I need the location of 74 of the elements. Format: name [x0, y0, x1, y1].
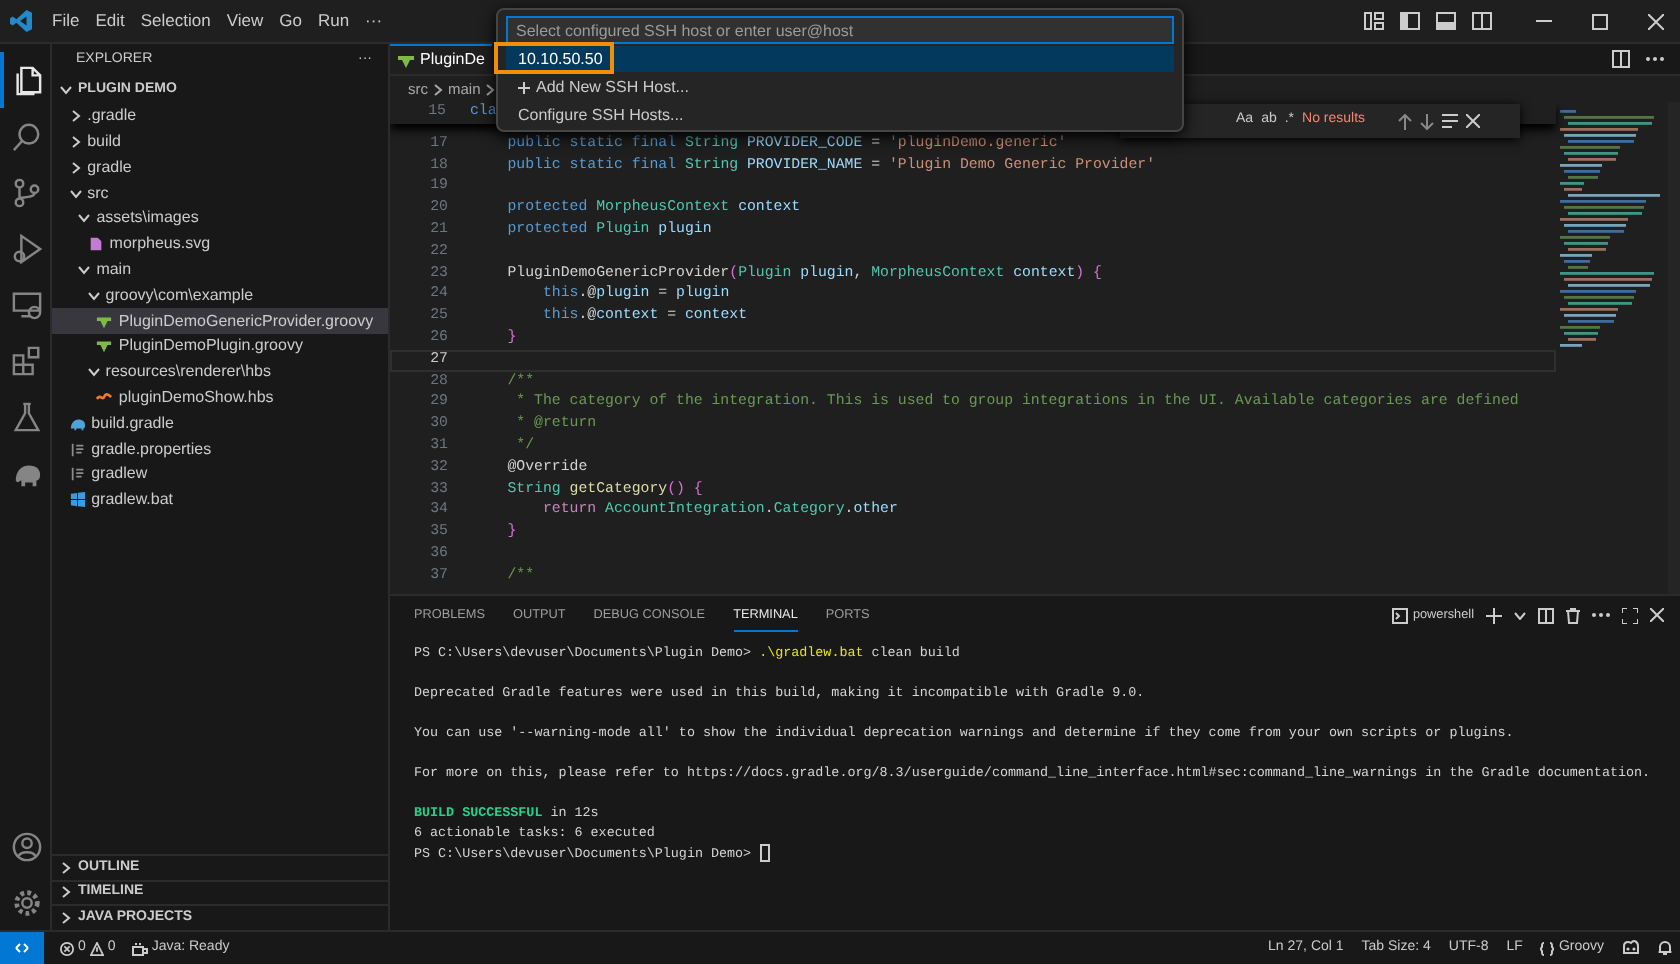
editor-tab[interactable]: PluginDe — [390, 44, 493, 74]
menu-item[interactable]: Edit — [87, 6, 133, 36]
tree-item[interactable]: gradle.properties — [52, 436, 388, 462]
branch-icon[interactable] — [12, 177, 42, 207]
close-icon[interactable] — [1465, 114, 1480, 128]
menu-item[interactable]: View — [218, 6, 272, 36]
more-icon[interactable] — [1592, 612, 1610, 619]
text-file-icon — [69, 441, 86, 458]
menu-item[interactable]: ··· — [357, 6, 391, 36]
lines-icon[interactable] — [1441, 114, 1458, 128]
quick-pick-item[interactable]: Add New SSH Host... — [506, 74, 1174, 100]
account-icon[interactable] — [12, 831, 42, 861]
arrow-up-icon[interactable] — [1397, 113, 1412, 129]
flask-icon[interactable] — [12, 401, 42, 431]
elephant-icon — [69, 415, 86, 432]
settings-icon[interactable] — [12, 887, 42, 917]
tree-item[interactable]: gradle — [52, 154, 388, 181]
extensions-icon[interactable] — [12, 345, 42, 375]
svg-file-icon — [87, 236, 104, 253]
menu-item[interactable]: Go — [271, 6, 310, 36]
vscode-logo-icon — [10, 10, 32, 32]
files-icon[interactable] — [12, 65, 42, 95]
split-terminal-icon[interactable] — [1538, 607, 1554, 624]
tree-item[interactable]: resources\renderer\hbs — [52, 359, 388, 386]
arrow-down-icon[interactable] — [1419, 113, 1434, 129]
layout-icon[interactable] — [1364, 12, 1384, 30]
chevron-right-icon — [432, 83, 444, 95]
plus-icon[interactable] — [1486, 607, 1502, 624]
tree-item[interactable]: PluginDemoPlugin.groovy — [52, 333, 388, 360]
warning-icon — [89, 941, 104, 955]
tree-item[interactable]: main — [52, 257, 388, 283]
chevron-down-icon[interactable] — [1514, 611, 1526, 620]
tree-item[interactable]: build — [52, 129, 388, 155]
tree-item[interactable]: gradlew — [52, 461, 388, 488]
highlight-frame — [494, 42, 614, 74]
menu-item[interactable]: File — [44, 6, 88, 36]
monitor-icon[interactable] — [12, 289, 42, 319]
sidebar-toggle-icon[interactable] — [1400, 12, 1420, 30]
braces-icon — [1540, 941, 1555, 955]
input-field[interactable]: Select configured SSH host or enter user@host — [506, 16, 1174, 44]
plus-icon — [518, 81, 530, 93]
tree-item[interactable]: groovy\com\example — [52, 282, 388, 309]
tree-item[interactable]: .gradle — [52, 103, 388, 130]
chevron-right-icon — [484, 83, 497, 95]
split-layout-icon[interactable] — [1472, 12, 1492, 30]
panel-toggle-icon[interactable] — [1436, 12, 1456, 30]
run-debug-icon[interactable] — [12, 233, 42, 263]
close-icon[interactable] — [1650, 608, 1664, 623]
tree-item[interactable]: gradlew.bat — [52, 487, 388, 514]
terminal-icon — [1392, 607, 1409, 624]
remote-button[interactable] — [0, 932, 44, 964]
more-icon[interactable] — [1646, 56, 1664, 62]
close-icon[interactable] — [1648, 13, 1664, 29]
search-icon[interactable] — [12, 121, 42, 151]
menu-item[interactable]: Run — [309, 6, 358, 36]
bell-icon[interactable] — [1658, 940, 1672, 956]
trash-icon[interactable] — [1566, 607, 1580, 624]
remote-icon — [14, 940, 30, 956]
split-editor-icon[interactable] — [1612, 50, 1630, 68]
text-file-icon — [69, 466, 86, 483]
tree-item[interactable]: PluginDemoGenericProvider.groovy — [52, 308, 388, 334]
tree-item[interactable]: assets\images — [52, 205, 388, 232]
maximize-panel-icon[interactable] — [1622, 607, 1638, 624]
menu-item[interactable]: Selection — [132, 6, 219, 36]
groovy-file-icon — [398, 52, 414, 68]
tree-item[interactable]: build.gradle — [52, 410, 388, 437]
maximize-icon[interactable] — [1592, 13, 1608, 29]
tree-item[interactable]: src — [52, 180, 388, 206]
quick-pick-item[interactable]: Configure SSH Hosts... — [506, 102, 1174, 128]
tree-item[interactable]: morpheus.svg — [52, 231, 388, 258]
error-icon — [60, 941, 74, 955]
windows-icon — [69, 492, 86, 509]
tree-item[interactable]: pluginDemoShow.hbs — [52, 385, 388, 411]
quick-pick-item[interactable]: 10.10.50.50 — [506, 46, 1174, 72]
